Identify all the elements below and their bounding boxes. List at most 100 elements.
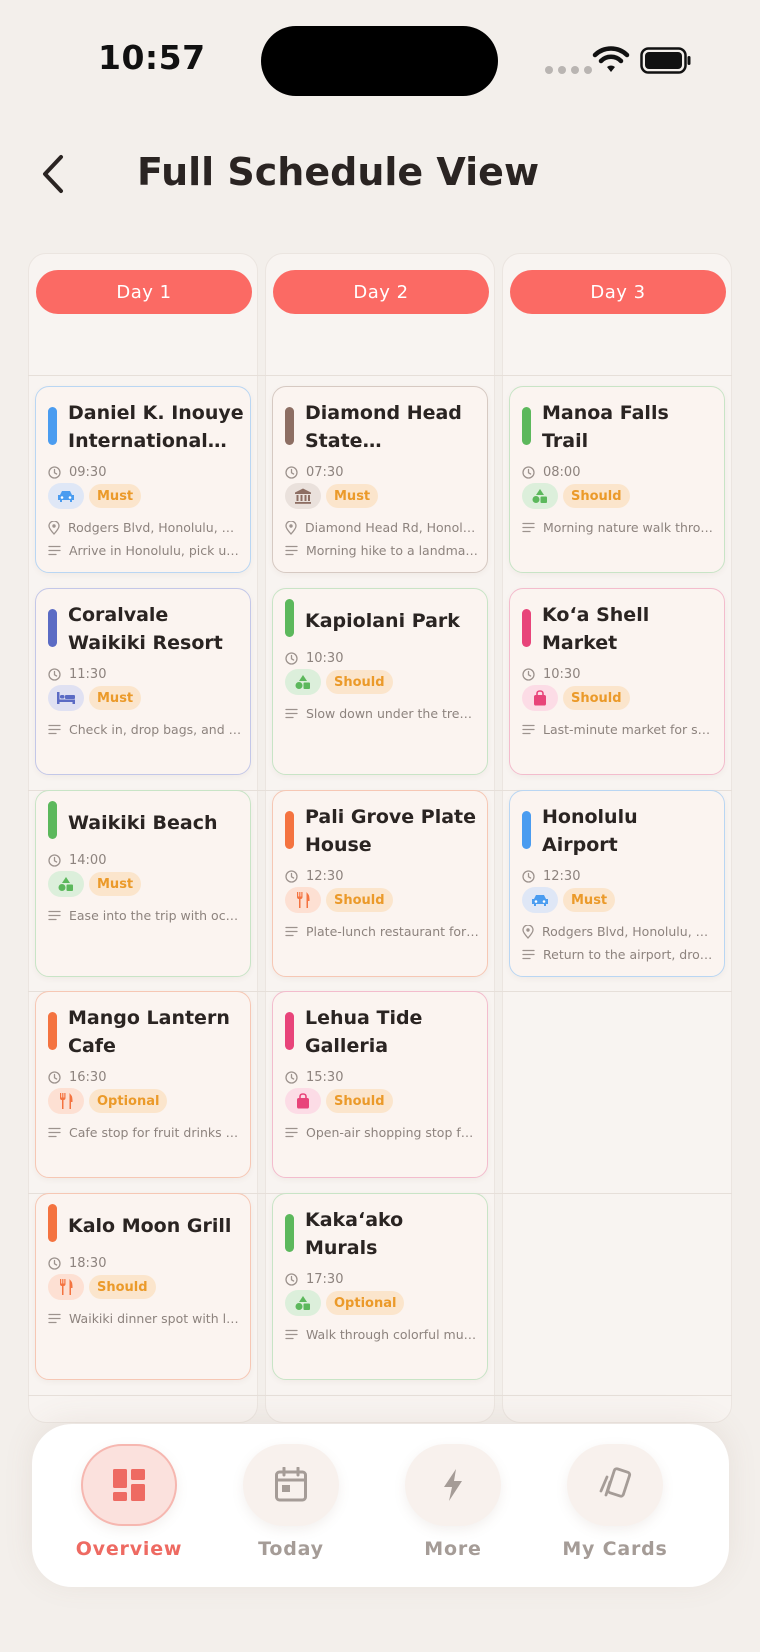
time-row: 12:30 bbox=[285, 869, 343, 884]
tag-row: Must bbox=[48, 871, 142, 897]
notes-icon bbox=[285, 545, 298, 556]
card-note: Slow down under the trees... bbox=[306, 706, 479, 721]
card-time: 09:30 bbox=[69, 465, 107, 480]
card-title: Kalo Moon Grill bbox=[68, 1215, 232, 1237]
category-badge bbox=[522, 685, 558, 711]
card-time: 12:30 bbox=[543, 869, 581, 884]
note-row: Plate-lunch restaurant for ... bbox=[285, 924, 479, 939]
card-time: 08:00 bbox=[543, 465, 581, 480]
card-note: Plate-lunch restaurant for ... bbox=[306, 924, 479, 939]
schedule-card[interactable]: Kalo Moon Grill 18:30 Should Waikiki dinn… bbox=[35, 1193, 251, 1380]
notes-icon bbox=[522, 949, 535, 960]
schedule-card[interactable]: Kapiolani Park 10:30 Should Slow down und… bbox=[272, 588, 488, 775]
nav-my-cards[interactable]: My Cards bbox=[545, 1444, 685, 1574]
schedule-card[interactable]: Honolulu Airport 12:30 Must Rodgers Blvd,… bbox=[509, 790, 725, 977]
note-row: Open-air shopping stop fo... bbox=[285, 1125, 479, 1140]
card-time: 10:30 bbox=[306, 651, 344, 666]
clock-icon bbox=[285, 652, 298, 665]
cards-icon bbox=[599, 1467, 632, 1498]
lightning-icon bbox=[444, 1469, 462, 1501]
day-2-header[interactable]: Day 2 bbox=[273, 270, 489, 314]
schedule-card[interactable]: Mango Lantern Cafe 16:30 Optional Cafe st… bbox=[35, 991, 251, 1178]
priority-badge: Must bbox=[89, 484, 142, 508]
time-row: 08:00 bbox=[522, 465, 580, 480]
fork-knife-icon bbox=[58, 1092, 74, 1110]
tag-row: Must bbox=[522, 887, 616, 913]
clock-icon bbox=[48, 466, 61, 479]
tag-row: Optional bbox=[48, 1088, 168, 1114]
schedule-card[interactable]: Waikiki Beach 14:00 Must Ease into the tr… bbox=[35, 790, 251, 977]
time-row: 16:30 bbox=[48, 1070, 106, 1085]
notes-icon bbox=[285, 1127, 298, 1138]
priority-badge: Optional bbox=[89, 1089, 168, 1113]
schedule-card[interactable]: Diamond Head State Monument 07:30 Must Di… bbox=[272, 386, 488, 573]
priority-badge: Should bbox=[563, 686, 630, 710]
schedule-card[interactable]: Kakaʻako Murals 17:30 Optional Walk throu… bbox=[272, 1193, 488, 1380]
cellular-signal-icon bbox=[545, 66, 592, 74]
card-title: Daniel K. Inouye International A... bbox=[68, 402, 244, 452]
card-title: Koʻa Shell Market bbox=[542, 604, 650, 654]
category-accent-bar bbox=[285, 811, 294, 849]
priority-badge: Must bbox=[326, 484, 379, 508]
schedule-card[interactable]: Pali Grove Plate House 12:30 Should Plate… bbox=[272, 790, 488, 977]
schedule-card[interactable]: Manoa Falls Trail 08:00 Should Morning na… bbox=[509, 386, 725, 573]
time-row: 18:30 bbox=[48, 1256, 106, 1271]
notes-icon bbox=[48, 724, 61, 735]
schedule-card[interactable]: Koʻa Shell Market 10:30 Should Last-minut… bbox=[509, 588, 725, 775]
nav-more[interactable]: More bbox=[383, 1444, 523, 1574]
address-row: Rodgers Blvd, Honolulu, H... bbox=[48, 520, 242, 535]
notes-icon bbox=[285, 708, 298, 719]
card-title: Kapiolani Park bbox=[305, 610, 460, 632]
address-row: Diamond Head Rd, Honolu... bbox=[285, 520, 479, 535]
nav-today[interactable]: Today bbox=[221, 1444, 361, 1574]
dynamic-island bbox=[261, 26, 498, 96]
clock-icon bbox=[48, 854, 61, 867]
nature-icon bbox=[531, 488, 549, 504]
priority-badge: Should bbox=[326, 670, 393, 694]
clock-icon bbox=[522, 668, 535, 681]
location-pin-icon bbox=[522, 924, 534, 939]
notes-icon bbox=[522, 522, 535, 533]
card-time: 18:30 bbox=[69, 1256, 107, 1271]
battery-icon bbox=[640, 47, 691, 74]
nav-overview[interactable]: Overview bbox=[59, 1444, 199, 1574]
category-badge bbox=[285, 669, 321, 695]
card-note: Check in, drop bags, and r... bbox=[69, 722, 242, 737]
schedule-card[interactable]: Coralvale Waikiki Resort 11:30 Must Check… bbox=[35, 588, 251, 775]
priority-badge: Should bbox=[326, 888, 393, 912]
day-3-header[interactable]: Day 3 bbox=[510, 270, 726, 314]
card-title: Manoa Falls Trail bbox=[542, 402, 669, 452]
time-row: 10:30 bbox=[285, 651, 343, 666]
note-row: Morning nature walk throu... bbox=[522, 520, 716, 535]
card-note: Morning nature walk throu... bbox=[543, 520, 716, 535]
category-badge bbox=[285, 1290, 321, 1316]
time-row: 15:30 bbox=[285, 1070, 343, 1085]
category-badge bbox=[48, 483, 84, 509]
back-button[interactable] bbox=[30, 146, 76, 202]
card-time: 16:30 bbox=[69, 1070, 107, 1085]
day-1-header[interactable]: Day 1 bbox=[36, 270, 252, 314]
fork-knife-icon bbox=[295, 891, 311, 909]
dashboard-icon bbox=[113, 1469, 145, 1501]
schedule-card[interactable]: Daniel K. Inouye International A... 09:30… bbox=[35, 386, 251, 573]
card-time: 12:30 bbox=[306, 869, 344, 884]
card-title: Pali Grove Plate House bbox=[305, 806, 477, 856]
page-title: Full Schedule View bbox=[137, 150, 540, 194]
notes-icon bbox=[48, 545, 61, 556]
card-title: Diamond Head State Monument bbox=[305, 402, 462, 452]
time-row: 09:30 bbox=[48, 465, 106, 480]
tag-row: Should bbox=[522, 483, 630, 509]
category-badge bbox=[48, 685, 84, 711]
card-title: Coralvale Waikiki Resort bbox=[68, 604, 223, 654]
nature-icon bbox=[294, 1295, 312, 1311]
time-row: 17:30 bbox=[285, 1272, 343, 1287]
status-bar: 10:57 bbox=[0, 0, 760, 130]
clock-icon bbox=[285, 1273, 298, 1286]
shopping-bag-icon bbox=[295, 1093, 311, 1109]
tag-row: Should bbox=[522, 685, 630, 711]
nav-label: Overview bbox=[75, 1538, 183, 1560]
clock-icon bbox=[48, 668, 61, 681]
card-time: 10:30 bbox=[543, 667, 581, 682]
notes-icon bbox=[285, 1329, 298, 1340]
schedule-card[interactable]: Lehua Tide Galleria 15:30 Should Open-air… bbox=[272, 991, 488, 1178]
